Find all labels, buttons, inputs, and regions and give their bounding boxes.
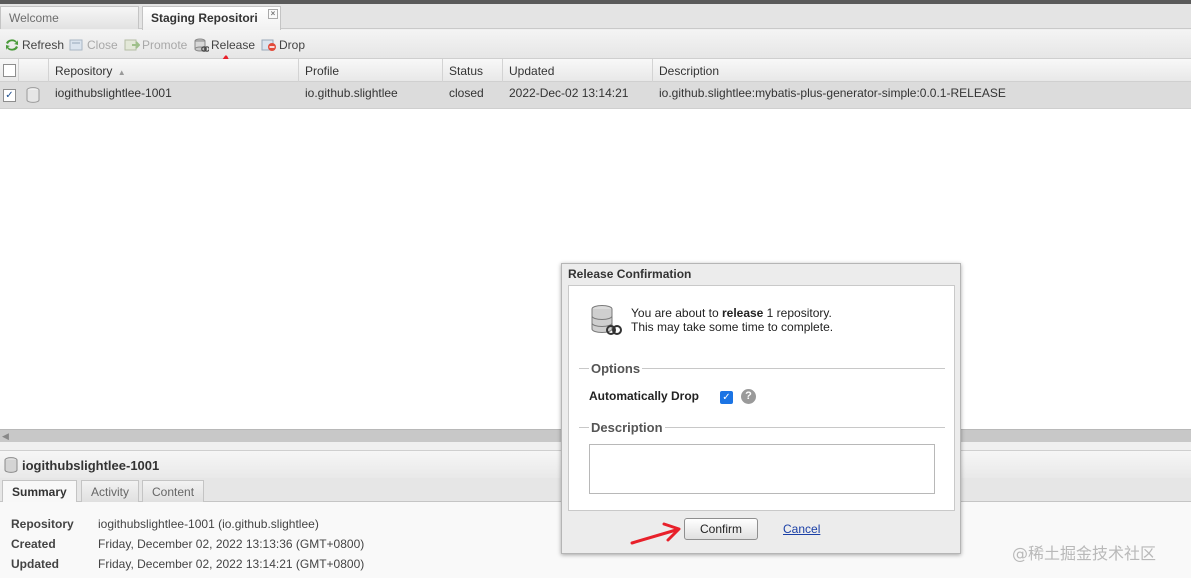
refresh-button[interactable]: Refresh <box>4 37 64 53</box>
column-header-updated[interactable]: Updated <box>503 59 653 82</box>
tab-welcome-label: Welcome <box>9 11 59 25</box>
promote-label: Promote <box>142 38 188 52</box>
summary-created-label: Created <box>11 537 56 551</box>
row-repository: iogithubslightlee-1001 <box>55 86 172 100</box>
toolbar: Refresh Close Promote Release Drop <box>0 30 1191 59</box>
tab-activity-label: Activity <box>91 485 130 499</box>
watermark: @稀土掘金技术社区 <box>1012 544 1157 563</box>
tab-staging-repositories[interactable]: Staging Repositori × <box>142 6 281 30</box>
select-all-checkbox[interactable] <box>3 64 16 77</box>
automatically-drop-checkbox[interactable]: ✓ <box>720 391 733 404</box>
grid-header: Repository ▲ Profile Status Updated Desc… <box>0 59 1191 82</box>
tab-staging-label: Staging Repositori <box>151 11 258 25</box>
release-icon <box>194 38 209 52</box>
column-header-repository-label: Repository <box>55 64 113 78</box>
dialog-title: Release Confirmation <box>568 267 692 281</box>
summary-updated-label: Updated <box>11 557 59 571</box>
description-legend: Description <box>589 420 665 435</box>
annotation-arrow-right-icon <box>630 522 681 545</box>
tab-activity[interactable]: Activity <box>81 480 140 502</box>
detail-title: iogithubslightlee-1001 <box>22 458 160 473</box>
tab-welcome[interactable]: Welcome <box>0 6 139 29</box>
tab-summary[interactable]: Summary <box>2 480 77 503</box>
tab-close-icon[interactable]: × <box>268 9 278 19</box>
tab-content-label: Content <box>152 485 195 499</box>
summary-repository-label: Repository <box>11 517 74 531</box>
column-header-repository[interactable]: Repository ▲ <box>49 59 299 82</box>
tab-summary-label: Summary <box>12 485 67 499</box>
description-textarea[interactable] <box>589 444 935 494</box>
refresh-label: Refresh <box>22 38 65 52</box>
help-icon[interactable]: ? <box>741 389 756 404</box>
release-confirmation-dialog: Release Confirmation You are about to re… <box>561 263 961 554</box>
cancel-link[interactable]: Cancel <box>783 522 820 536</box>
tab-strip: Welcome Staging Repositori × <box>0 4 1191 30</box>
release-message: You are about to release 1 repository. T… <box>631 306 833 334</box>
dialog-content: You are about to release 1 repository. T… <box>568 285 955 511</box>
drop-label: Drop <box>279 38 306 52</box>
close-repo-icon <box>69 39 83 51</box>
release-label: Release <box>211 38 256 52</box>
refresh-icon <box>6 39 18 51</box>
release-button[interactable]: Release <box>193 37 255 53</box>
icon-column-header <box>19 59 49 82</box>
summary-created-value: Friday, December 02, 2022 13:13:36 (GMT+… <box>98 537 365 551</box>
automatically-drop-label: Automatically Drop <box>589 389 700 403</box>
release-message-line2: This may take some time to complete. <box>631 320 834 334</box>
release-message-action: release <box>721 306 764 320</box>
drop-button[interactable]: Drop <box>261 37 305 53</box>
table-row[interactable]: ✓ iogithubslightlee-1001 io.github.sligh… <box>0 82 1191 109</box>
row-status: closed <box>449 86 484 100</box>
confirm-button[interactable]: Confirm <box>684 518 758 540</box>
promote-icon <box>124 39 140 51</box>
repository-detail-icon <box>4 457 18 473</box>
release-message-line1: You are about to release 1 repository. <box>631 306 833 320</box>
summary-updated-value: Friday, December 02, 2022 13:14:21 (GMT+… <box>98 557 365 571</box>
options-legend: Options <box>589 361 643 376</box>
tab-content[interactable]: Content <box>142 480 205 502</box>
release-database-icon <box>591 305 622 335</box>
close-label: Close <box>87 38 118 52</box>
column-header-description-label: Description <box>659 64 720 78</box>
summary-repository-value: iogithubslightlee-1001 (io.github.slight… <box>98 517 319 531</box>
column-header-description[interactable]: Description <box>653 59 1191 82</box>
row-updated: 2022-Dec-02 13:14:21 <box>509 86 629 100</box>
column-header-updated-label: Updated <box>509 64 555 78</box>
column-header-profile[interactable]: Profile <box>299 59 443 82</box>
select-all-cell <box>0 59 19 82</box>
column-header-status-label: Status <box>449 64 484 78</box>
row-checkbox[interactable]: ✓ <box>3 89 16 102</box>
release-message-prefix: You are about to <box>631 306 722 320</box>
promote-button[interactable]: Promote <box>124 37 187 53</box>
drop-icon <box>261 39 276 51</box>
row-description: io.github.slightlee:mybatis-plus-generat… <box>659 86 1006 100</box>
row-profile: io.github.slightlee <box>305 86 398 100</box>
column-header-profile-label: Profile <box>305 64 340 78</box>
sort-ascending-icon: ▲ <box>117 68 126 77</box>
release-message-suffix: 1 repository. <box>763 306 832 320</box>
scroll-left-icon[interactable]: ◀ <box>2 431 9 442</box>
close-button[interactable]: Close <box>69 37 118 53</box>
column-header-status[interactable]: Status <box>443 59 503 82</box>
repository-icon <box>26 87 40 103</box>
